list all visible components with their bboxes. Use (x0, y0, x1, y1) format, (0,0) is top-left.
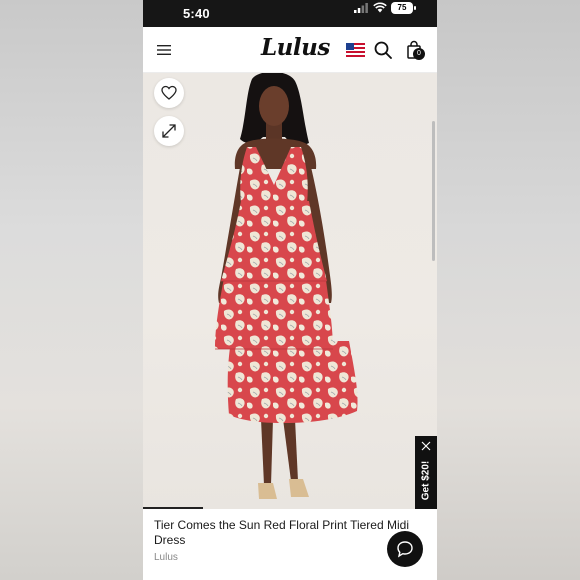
nav-bar: Lulus 0 (143, 27, 437, 73)
expand-image-button[interactable] (154, 116, 184, 146)
status-time: 5:40 (183, 6, 210, 21)
hamburger-menu-icon[interactable] (156, 42, 174, 58)
wishlist-button[interactable] (154, 78, 184, 108)
chat-button[interactable] (387, 531, 423, 567)
signal-icon (354, 3, 368, 13)
model-photo (215, 73, 358, 499)
product-image[interactable] (143, 73, 437, 509)
blurred-background-left (0, 0, 143, 580)
scroll-indicator[interactable] (432, 121, 435, 261)
blurred-background-right (437, 0, 580, 580)
search-icon[interactable] (373, 40, 393, 60)
lulus-logo[interactable]: Lulus (261, 34, 330, 61)
bag-count-badge: 0 (413, 48, 425, 60)
heart-icon (161, 85, 177, 100)
close-icon[interactable] (421, 441, 431, 451)
product-info: Tier Comes the Sun Red Floral Print Tier… (143, 509, 437, 580)
phone-screen: 5:40 75 Lulus 0 Get $20! Tier Comes the … (143, 0, 437, 580)
product-brand[interactable]: Lulus (154, 552, 178, 563)
battery-icon: 75 (391, 2, 413, 14)
us-flag-icon[interactable] (346, 43, 365, 57)
expand-icon (162, 124, 176, 138)
battery-tip (414, 6, 416, 10)
chat-bubble-icon (397, 541, 413, 558)
wifi-icon (373, 2, 387, 13)
status-bar: 5:40 75 (143, 0, 437, 27)
promo-label[interactable]: Get $20! (421, 454, 432, 508)
product-title: Tier Comes the Sun Red Floral Print Tier… (154, 518, 409, 547)
promo-tab[interactable]: Get $20! (415, 436, 437, 509)
